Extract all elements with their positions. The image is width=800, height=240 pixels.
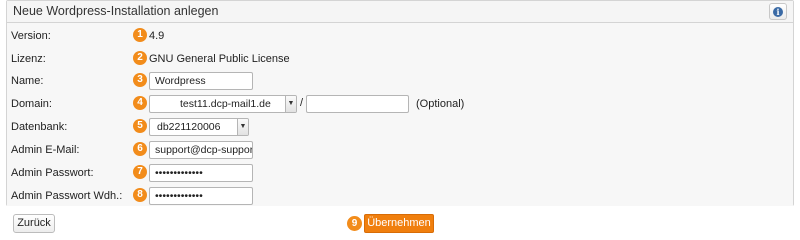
info-icon: i (773, 6, 783, 17)
install-panel: Neue Wordpress-Installation anlegen i Ve… (6, 0, 794, 206)
chevron-down-icon[interactable]: ▼ (285, 96, 296, 112)
panel-header: Neue Wordpress-Installation anlegen i (7, 1, 793, 23)
row-database: Datenbank: 5 db221120006 ▼ (7, 116, 793, 139)
step-badge-1: 1 (133, 28, 147, 42)
optional-note: (Optional) (416, 98, 465, 110)
step-badge-7: 7 (133, 165, 147, 179)
step-badge-2: 2 (133, 51, 147, 65)
info-button[interactable]: i (769, 3, 787, 20)
step-badge-6: 6 (133, 142, 147, 156)
row-license: Lizenz: 2 GNU General Public License (7, 48, 793, 71)
admin-password-repeat-input[interactable]: ••••••••••••• (149, 187, 253, 205)
step-badge-8: 8 (133, 188, 147, 202)
row-admin-password-repeat: Admin Passwort Wdh.: 8 ••••••••••••• (7, 185, 793, 208)
license-label: Lizenz: (11, 53, 46, 65)
admin-password-repeat-label: Admin Passwort Wdh.: (11, 190, 123, 202)
step-badge-3: 3 (133, 73, 147, 87)
row-version: Version: 1 4.9 (7, 25, 793, 48)
admin-password-label: Admin Passwort: (11, 167, 94, 179)
version-value: 4.9 (149, 30, 165, 42)
admin-email-input[interactable]: support@dcp-support (149, 141, 253, 159)
row-domain: Domain: 4 test11.dcp-mail1.de ▼ / (Optio… (7, 93, 793, 116)
domain-select[interactable]: test11.dcp-mail1.de ▼ (149, 95, 297, 113)
database-selected-value: db221120006 (157, 121, 221, 133)
form-body: Version: 1 4.9 Lizenz: 2 GNU General Pub… (7, 23, 793, 206)
row-name: Name: 3 Wordpress (7, 70, 793, 93)
admin-email-label: Admin E-Mail: (11, 144, 80, 156)
step-badge-5: 5 (133, 119, 147, 133)
database-label: Datenbank: (11, 121, 68, 133)
domain-selected-value: test11.dcp-mail1.de (180, 98, 271, 110)
page-title: Neue Wordpress-Installation anlegen (13, 4, 219, 18)
step-badge-9: 9 (347, 216, 362, 231)
domain-label: Domain: (11, 98, 52, 110)
step-badge-4: 4 (133, 96, 147, 110)
path-input[interactable] (306, 95, 409, 113)
version-label: Version: (11, 30, 51, 42)
chevron-down-icon[interactable]: ▼ (237, 119, 248, 135)
name-input[interactable]: Wordpress (149, 72, 253, 90)
name-label: Name: (11, 75, 44, 87)
database-select[interactable]: db221120006 ▼ (149, 118, 249, 136)
license-value: GNU General Public License (149, 53, 290, 65)
row-admin-password: Admin Passwort: 7 ••••••••••••• (7, 162, 793, 185)
row-admin-email: Admin E-Mail: 6 support@dcp-support (7, 139, 793, 162)
admin-password-input[interactable]: ••••••••••••• (149, 164, 253, 182)
path-separator: / (300, 97, 304, 109)
back-button[interactable]: Zurück (13, 214, 55, 233)
submit-button[interactable]: Übernehmen (364, 214, 434, 233)
